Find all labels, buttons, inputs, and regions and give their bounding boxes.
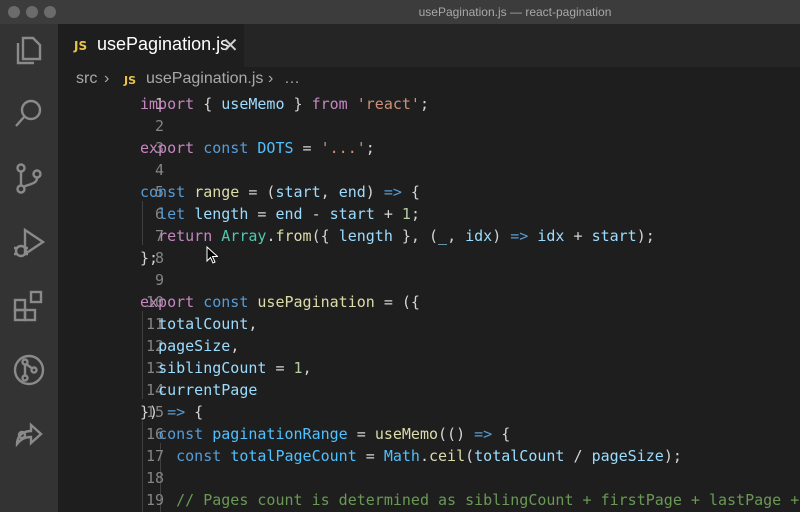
close-tab-icon[interactable]: ✕: [222, 33, 239, 58]
javascript-file-icon: JS: [124, 74, 137, 87]
breadcrumb-folder[interactable]: src: [76, 70, 97, 88]
window-title: usePagination.js — react-pagination: [418, 5, 612, 19]
tab-label: usePagination.js: [97, 34, 230, 54]
code-line: 7 return Array.from({ length }, (_, idx)…: [154, 227, 655, 245]
code-editor[interactable]: 1 import { useMemo } from 'react'; 2 3 exp…: [58, 91, 800, 512]
explorer-icon[interactable]: [11, 32, 47, 68]
chevron-right-icon: ›: [268, 70, 274, 87]
code-line: 11 totalCount,: [145, 315, 258, 333]
mouse-cursor-icon: [206, 245, 219, 269]
code-line: 19 // Pages count is determined as sibli…: [145, 491, 800, 509]
code-line: 2: [154, 117, 164, 135]
chevron-right-icon: ›: [104, 70, 110, 87]
code-line: 10 export const usePagination = ({: [140, 293, 420, 311]
code-line: 5 const range = (start, end) => {: [140, 183, 420, 201]
git-graph-icon[interactable]: [11, 352, 47, 388]
breadcrumb: src › JS usePagination.js › …: [58, 67, 800, 91]
live-share-icon[interactable]: [11, 416, 47, 452]
run-debug-icon[interactable]: [11, 224, 47, 260]
code-line: 3 export const DOTS = '...';: [140, 139, 375, 157]
breadcrumb-symbol[interactable]: …: [284, 70, 300, 88]
tab-bar: JS usePagination.js ✕: [58, 24, 800, 67]
source-control-icon[interactable]: [11, 160, 47, 196]
code-line: 17 const totalPageCount = Math.ceil(tota…: [145, 447, 682, 465]
code-line: 9: [154, 271, 164, 289]
code-line: 12 pageSize,: [145, 337, 240, 355]
code-line: 15}) => {: [140, 403, 204, 421]
search-icon[interactable]: [11, 96, 47, 132]
code-line: 13 siblingCount = 1,: [145, 359, 312, 377]
code-line: 4: [154, 161, 164, 179]
activity-bar: [0, 24, 58, 512]
code-line: 1 import { useMemo } from 'react';: [140, 95, 429, 113]
tab-usepagination[interactable]: JS usePagination.js ✕: [58, 24, 244, 67]
code-line: 8};: [140, 249, 164, 267]
extensions-icon[interactable]: [11, 288, 47, 324]
code-line: 16 const paginationRange = useMemo(() =>…: [145, 425, 511, 443]
code-line: 18: [145, 469, 164, 487]
code-line: 14 currentPage: [145, 381, 258, 399]
code-line: 6 let length = end - start + 1;: [154, 205, 420, 223]
breadcrumb-file[interactable]: usePagination.js: [146, 70, 263, 88]
javascript-file-icon: JS: [74, 39, 88, 53]
title-bar: usePagination.js — react-pagination: [0, 0, 800, 24]
